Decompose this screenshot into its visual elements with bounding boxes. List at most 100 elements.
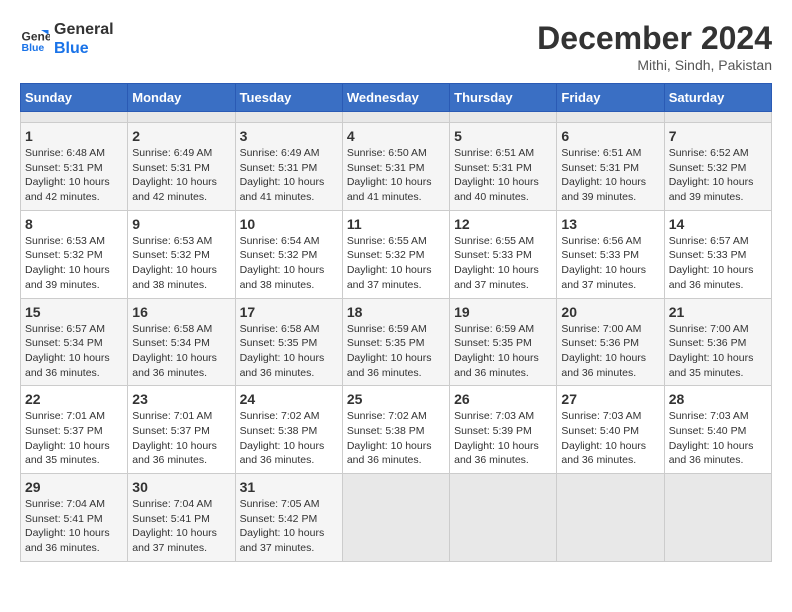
day-detail: Sunrise: 7:02 AMSunset: 5:38 PMDaylight:… (347, 409, 445, 468)
svg-text:Blue: Blue (22, 42, 45, 54)
logo-icon: General Blue (20, 24, 50, 54)
calendar-cell: 19 Sunrise: 6:59 AMSunset: 5:35 PMDayligh… (450, 298, 557, 386)
day-number: 15 (25, 304, 123, 320)
day-number: 27 (561, 391, 659, 407)
day-detail: Sunrise: 6:55 AMSunset: 5:33 PMDaylight:… (454, 234, 552, 293)
calendar-header: SundayMondayTuesdayWednesdayThursdayFrid… (21, 84, 772, 112)
calendar-cell: 23 Sunrise: 7:01 AMSunset: 5:37 PMDayligh… (128, 386, 235, 474)
day-detail: Sunrise: 6:57 AMSunset: 5:34 PMDaylight:… (25, 322, 123, 381)
calendar-cell: 20Sunrise: 7:00 AMSunset: 5:36 PMDayligh… (557, 298, 664, 386)
column-header-friday: Friday (557, 84, 664, 112)
calendar-cell: 7 Sunrise: 6:52 AMSunset: 5:32 PMDaylight… (664, 123, 771, 211)
day-number: 18 (347, 304, 445, 320)
day-number: 20 (561, 304, 659, 320)
day-number: 30 (132, 479, 230, 495)
calendar-cell: 21Sunrise: 7:00 AMSunset: 5:36 PMDayligh… (664, 298, 771, 386)
day-number: 2 (132, 128, 230, 144)
day-number: 5 (454, 128, 552, 144)
day-number: 9 (132, 216, 230, 232)
calendar-week-2: 1 Sunrise: 6:48 AMSunset: 5:31 PMDaylight… (21, 123, 772, 211)
calendar-cell: 10 Sunrise: 6:54 AMSunset: 5:32 PMDayligh… (235, 210, 342, 298)
calendar-week-5: 22Sunrise: 7:01 AMSunset: 5:37 PMDayligh… (21, 386, 772, 474)
calendar-week-1 (21, 112, 772, 123)
day-detail: Sunrise: 6:53 AMSunset: 5:32 PMDaylight:… (132, 234, 230, 293)
logo-line1: General (54, 20, 114, 39)
month-title: December 2024 (537, 20, 772, 57)
day-detail: Sunrise: 6:51 AMSunset: 5:31 PMDaylight:… (454, 146, 552, 205)
day-number: 21 (669, 304, 767, 320)
day-detail: Sunrise: 6:54 AMSunset: 5:32 PMDaylight:… (240, 234, 338, 293)
day-number: 7 (669, 128, 767, 144)
day-number: 24 (240, 391, 338, 407)
calendar-cell: 25Sunrise: 7:02 AMSunset: 5:38 PMDayligh… (342, 386, 449, 474)
calendar-cell: 22Sunrise: 7:01 AMSunset: 5:37 PMDayligh… (21, 386, 128, 474)
calendar-cell (21, 112, 128, 123)
column-header-tuesday: Tuesday (235, 84, 342, 112)
calendar-cell: 13Sunrise: 6:56 AMSunset: 5:33 PMDayligh… (557, 210, 664, 298)
calendar-cell: 16 Sunrise: 6:58 AMSunset: 5:34 PMDayligh… (128, 298, 235, 386)
calendar-cell (557, 474, 664, 562)
day-detail: Sunrise: 6:59 AMSunset: 5:35 PMDaylight:… (454, 322, 552, 381)
day-detail: Sunrise: 6:59 AMSunset: 5:35 PMDaylight:… (347, 322, 445, 381)
calendar-cell (342, 474, 449, 562)
day-detail: Sunrise: 6:53 AMSunset: 5:32 PMDaylight:… (25, 234, 123, 293)
calendar-table: SundayMondayTuesdayWednesdayThursdayFrid… (20, 83, 772, 562)
calendar-week-3: 8 Sunrise: 6:53 AMSunset: 5:32 PMDaylight… (21, 210, 772, 298)
calendar-cell: 18 Sunrise: 6:59 AMSunset: 5:35 PMDayligh… (342, 298, 449, 386)
calendar-cell (450, 474, 557, 562)
day-number: 11 (347, 216, 445, 232)
column-header-wednesday: Wednesday (342, 84, 449, 112)
calendar-cell: 17 Sunrise: 6:58 AMSunset: 5:35 PMDayligh… (235, 298, 342, 386)
day-number: 23 (132, 391, 230, 407)
calendar-cell: 29 Sunrise: 7:04 AMSunset: 5:41 PMDayligh… (21, 474, 128, 562)
calendar-cell (557, 112, 664, 123)
day-detail: Sunrise: 6:48 AMSunset: 5:31 PMDaylight:… (25, 146, 123, 205)
day-number: 4 (347, 128, 445, 144)
calendar-cell: 12Sunrise: 6:55 AMSunset: 5:33 PMDayligh… (450, 210, 557, 298)
day-detail: Sunrise: 7:02 AMSunset: 5:38 PMDaylight:… (240, 409, 338, 468)
calendar-cell (664, 474, 771, 562)
day-number: 8 (25, 216, 123, 232)
day-number: 29 (25, 479, 123, 495)
calendar-week-4: 15 Sunrise: 6:57 AMSunset: 5:34 PMDayligh… (21, 298, 772, 386)
calendar-cell: 11Sunrise: 6:55 AMSunset: 5:32 PMDayligh… (342, 210, 449, 298)
day-detail: Sunrise: 7:04 AMSunset: 5:41 PMDaylight:… (132, 497, 230, 556)
calendar-cell: 1 Sunrise: 6:48 AMSunset: 5:31 PMDaylight… (21, 123, 128, 211)
calendar-cell (450, 112, 557, 123)
day-detail: Sunrise: 6:58 AMSunset: 5:34 PMDaylight:… (132, 322, 230, 381)
day-number: 17 (240, 304, 338, 320)
column-header-sunday: Sunday (21, 84, 128, 112)
calendar-cell: 15 Sunrise: 6:57 AMSunset: 5:34 PMDayligh… (21, 298, 128, 386)
day-detail: Sunrise: 7:03 AMSunset: 5:39 PMDaylight:… (454, 409, 552, 468)
day-detail: Sunrise: 6:57 AMSunset: 5:33 PMDaylight:… (669, 234, 767, 293)
day-number: 28 (669, 391, 767, 407)
day-detail: Sunrise: 6:52 AMSunset: 5:32 PMDaylight:… (669, 146, 767, 205)
column-header-saturday: Saturday (664, 84, 771, 112)
calendar-cell: 27Sunrise: 7:03 AMSunset: 5:40 PMDayligh… (557, 386, 664, 474)
day-number: 6 (561, 128, 659, 144)
day-number: 26 (454, 391, 552, 407)
column-header-thursday: Thursday (450, 84, 557, 112)
calendar-cell: 31Sunrise: 7:05 AMSunset: 5:42 PMDayligh… (235, 474, 342, 562)
day-number: 16 (132, 304, 230, 320)
calendar-week-6: 29 Sunrise: 7:04 AMSunset: 5:41 PMDayligh… (21, 474, 772, 562)
day-detail: Sunrise: 7:04 AMSunset: 5:41 PMDaylight:… (25, 497, 123, 556)
day-number: 10 (240, 216, 338, 232)
day-number: 14 (669, 216, 767, 232)
day-detail: Sunrise: 6:58 AMSunset: 5:35 PMDaylight:… (240, 322, 338, 381)
day-detail: Sunrise: 7:03 AMSunset: 5:40 PMDaylight:… (669, 409, 767, 468)
logo: General Blue General Blue (20, 20, 114, 58)
day-detail: Sunrise: 7:05 AMSunset: 5:42 PMDaylight:… (240, 497, 338, 556)
day-detail: Sunrise: 6:50 AMSunset: 5:31 PMDaylight:… (347, 146, 445, 205)
day-number: 1 (25, 128, 123, 144)
calendar-cell: 8 Sunrise: 6:53 AMSunset: 5:32 PMDaylight… (21, 210, 128, 298)
logo-line2: Blue (54, 39, 114, 58)
day-detail: Sunrise: 6:49 AMSunset: 5:31 PMDaylight:… (132, 146, 230, 205)
day-number: 13 (561, 216, 659, 232)
calendar-cell: 5 Sunrise: 6:51 AMSunset: 5:31 PMDaylight… (450, 123, 557, 211)
calendar-cell: 30 Sunrise: 7:04 AMSunset: 5:41 PMDayligh… (128, 474, 235, 562)
calendar-cell: 3Sunrise: 6:49 AMSunset: 5:31 PMDaylight… (235, 123, 342, 211)
day-number: 19 (454, 304, 552, 320)
calendar-cell: 2 Sunrise: 6:49 AMSunset: 5:31 PMDaylight… (128, 123, 235, 211)
day-detail: Sunrise: 7:01 AMSunset: 5:37 PMDaylight:… (132, 409, 230, 468)
